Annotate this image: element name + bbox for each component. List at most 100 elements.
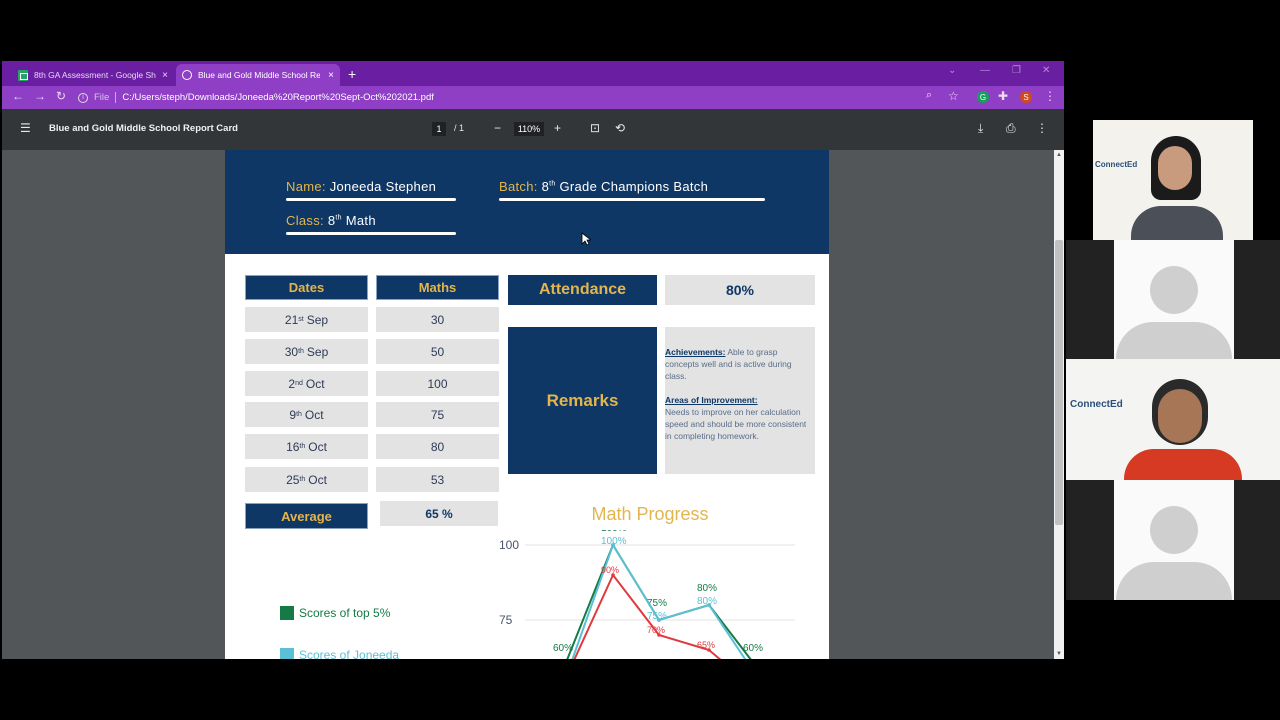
print-icon[interactable]: ⎙	[1006, 121, 1016, 136]
url-scheme-label: File	[94, 92, 110, 103]
improvement-label: Areas of Improvement:	[665, 395, 758, 405]
tab-google-sheets[interactable]: 8th GA Assessment - Google She ×	[12, 64, 174, 86]
participant-tile-4[interactable]	[1066, 480, 1280, 600]
date-month: Oct	[308, 439, 327, 454]
date-day: 16	[286, 439, 300, 454]
date-suffix: th	[299, 443, 306, 450]
participant-tile-3[interactable]: ConnectEd	[1066, 359, 1280, 480]
avatar-body	[1116, 322, 1232, 359]
score-cell: 75	[376, 402, 499, 427]
batch-underline	[499, 198, 765, 201]
rotate-icon[interactable]: ⟲	[615, 121, 625, 135]
data-label: 75%	[647, 611, 667, 622]
hamburger-menu-icon[interactable]: ☰	[20, 121, 31, 135]
grammarly-icon[interactable]: G	[977, 91, 989, 103]
globe-icon	[182, 70, 192, 80]
date-suffix: th	[299, 476, 306, 483]
tab-strip: 8th GA Assessment - Google She × Blue an…	[2, 61, 1064, 86]
average-value: 65 %	[380, 501, 498, 526]
y-tick-label: 75	[499, 613, 513, 627]
close-icon[interactable]: ×	[162, 70, 168, 81]
average-label: Average	[245, 503, 368, 529]
page-total: / 1	[454, 123, 465, 133]
screen: 8th GA Assessment - Google She × Blue an…	[0, 0, 1280, 720]
reload-icon[interactable]: ↻	[56, 89, 66, 103]
page-number-input[interactable]: 1	[432, 122, 446, 136]
score-cell: 53	[376, 467, 499, 492]
pdf-viewport[interactable]: Name: Joneeda Stephen Batch: 8th Grade C…	[2, 150, 1064, 659]
zoom-in-button[interactable]: +	[554, 121, 561, 135]
scrollbar-thumb[interactable]	[1055, 240, 1063, 525]
profile-avatar[interactable]: S	[1020, 91, 1032, 103]
data-label: 90%	[601, 565, 619, 575]
download-icon[interactable]: ⤓	[978, 121, 983, 136]
legend-label-joneeda: Scores of Joneeda	[299, 648, 400, 659]
data-label: 65%	[697, 640, 715, 650]
participant-tile-1[interactable]: ConnectEd	[1093, 120, 1253, 240]
score-cell: 50	[376, 339, 499, 364]
date-month: Oct	[308, 472, 327, 487]
attendance-value: 80%	[665, 275, 815, 305]
participant-face	[1158, 389, 1202, 443]
name-value: Joneeda Stephen	[329, 179, 437, 194]
pdf-title: Blue and Gold Middle School Report Card	[49, 123, 238, 134]
chevron-down-icon[interactable]: ⌄	[948, 65, 956, 76]
minimize-icon[interactable]: —	[980, 65, 990, 76]
class-label: Class:	[286, 213, 324, 228]
mouse-cursor-icon	[581, 232, 591, 246]
data-label: 100%	[601, 536, 627, 547]
menu-icon[interactable]: ⋮	[1044, 89, 1056, 103]
date-suffix: th	[298, 348, 304, 355]
close-icon[interactable]: ×	[328, 70, 334, 81]
legend-swatch-joneeda	[280, 648, 294, 659]
date-day: 25	[286, 472, 300, 487]
scroll-down-icon[interactable]: ▼	[1056, 651, 1062, 657]
more-options-icon[interactable]: ⋮	[1036, 121, 1048, 135]
avatar-body	[1116, 562, 1232, 600]
restore-icon[interactable]: ❐	[1012, 65, 1021, 76]
scrollbar[interactable]: ▲ ▼	[1054, 150, 1064, 659]
address-bar[interactable]: i File C:/Users/steph/Downloads/Joneeda%…	[78, 88, 928, 107]
report-header: Name: Joneeda Stephen Batch: 8th Grade C…	[225, 150, 829, 254]
score-cell: 80	[376, 434, 499, 459]
progress-chart: 1007560%100%75%80%60%100%75%80%90%70%65%	[499, 530, 795, 659]
tab-label: 8th GA Assessment - Google She	[34, 70, 156, 80]
achievements-label: Achievements:	[665, 347, 726, 357]
scroll-up-icon[interactable]: ▲	[1056, 152, 1062, 158]
date-month: Oct	[305, 376, 325, 391]
date-cell: 30th Sep	[245, 339, 368, 364]
star-icon[interactable]: ☆	[948, 89, 959, 103]
info-icon[interactable]: i	[78, 92, 88, 103]
report-page: Name: Joneeda Stephen Batch: 8th Grade C…	[225, 150, 829, 659]
batch-label: Batch:	[499, 179, 538, 194]
fit-page-icon[interactable]: ⊡	[590, 121, 600, 135]
back-icon[interactable]: ←	[12, 89, 24, 103]
score-cell: 100	[376, 371, 499, 396]
name-field: Name: Joneeda Stephen	[286, 179, 436, 194]
name-underline	[286, 198, 456, 201]
chart-title: Math Progress	[591, 504, 709, 524]
participant-face	[1158, 146, 1192, 190]
date-month: Sep	[306, 312, 329, 327]
zoom-icon[interactable]: ⌕	[926, 89, 932, 102]
tab-report-card[interactable]: Blue and Gold Middle School Re ×	[176, 64, 340, 86]
url-text[interactable]: C:/Users/steph/Downloads/Joneeda%20Repor…	[122, 92, 434, 103]
zoom-input[interactable]: 110%	[514, 122, 544, 136]
sheets-icon	[18, 69, 28, 81]
participant-tile-2[interactable]	[1066, 240, 1280, 359]
batch-field: Batch: 8th Grade Champions Batch	[499, 179, 708, 194]
date-suffix: st	[298, 316, 304, 323]
date-day: 21	[284, 312, 299, 327]
pdf-toolbar: ☰ Blue and Gold Middle School Report Car…	[2, 109, 1064, 150]
dates-header: Dates	[245, 275, 368, 300]
zoom-out-button[interactable]: −	[494, 121, 501, 135]
new-tab-button[interactable]: +	[348, 66, 356, 82]
data-label: 60%	[743, 643, 763, 654]
improvement-text: Needs to improve on her calculation spee…	[665, 407, 807, 441]
avatar	[1150, 506, 1198, 554]
extensions-icon[interactable]: ✚	[998, 89, 1008, 103]
data-label: 60%	[553, 643, 573, 654]
date-month: Sep	[306, 344, 329, 359]
forward-icon[interactable]: →	[34, 89, 46, 103]
window-close-icon[interactable]: ✕	[1042, 65, 1050, 76]
